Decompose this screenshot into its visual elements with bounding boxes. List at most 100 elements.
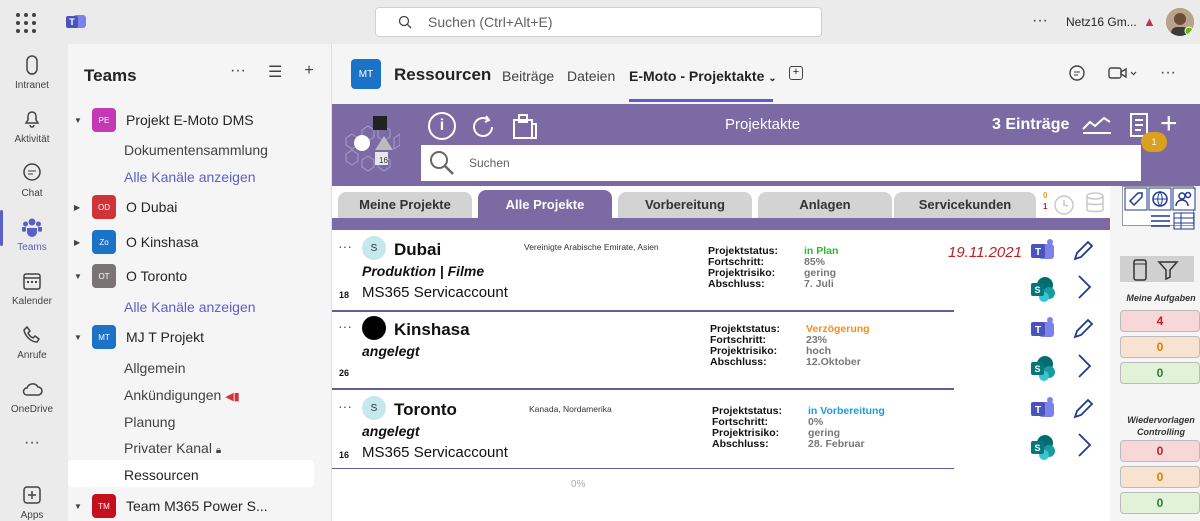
more-options-icon[interactable]: ··· — [1032, 12, 1048, 30]
chevron-right-icon[interactable] — [1075, 432, 1093, 458]
channel-header-actions: ··· — [1068, 64, 1176, 82]
add-tab-button[interactable]: + — [789, 66, 803, 80]
tab-anlagen[interactable]: Anlagen — [758, 192, 892, 218]
teams-icon[interactable]: T — [1030, 238, 1056, 264]
channel-privater-kanal[interactable]: Privater Kanal 🔒︎ — [124, 440, 221, 456]
more-icon[interactable]: ··· — [338, 238, 352, 254]
channel-show-all-link[interactable]: Alle Kanäle anzeigen — [124, 299, 256, 315]
chevron-down-icon[interactable]: ▼ — [74, 272, 90, 281]
filter-icon[interactable]: ☰ — [268, 62, 282, 82]
channel-dokumentensammlung[interactable]: Dokumentensammlung — [124, 142, 268, 158]
trend-chart-icon[interactable] — [1082, 114, 1112, 134]
completion-label: Abschluss: — [712, 438, 769, 450]
team-projekt-emoto[interactable]: ▼ PE Projekt E-Moto DMS — [68, 105, 332, 135]
warning-icon[interactable]: ▲ — [1143, 14, 1156, 29]
channel-allgemein[interactable]: Allgemein — [124, 360, 185, 376]
refresh-icon[interactable] — [468, 112, 498, 142]
rail-calendar[interactable]: Kalender — [0, 270, 64, 307]
rail-chat[interactable]: Chat — [0, 162, 64, 199]
chevron-right-icon[interactable]: ▶ — [74, 203, 90, 212]
chevron-down-icon[interactable]: ▼ — [74, 502, 90, 511]
completion-label: Abschluss: — [708, 278, 765, 290]
tab-servicekunden[interactable]: Servicekunden — [894, 192, 1036, 218]
project-location: Vereinigte Arabische Emirate, Asien — [524, 242, 659, 252]
search-input[interactable]: Suchen (Ctrl+Alt+E) — [375, 7, 822, 37]
my-tasks-count-green[interactable]: 0 — [1120, 362, 1200, 384]
tenant-name[interactable]: Netz16 Gm... — [1066, 15, 1137, 29]
filter-icon[interactable] — [1156, 258, 1180, 282]
sharepoint-icon[interactable]: S — [1030, 434, 1056, 460]
app-launcher-icon[interactable] — [14, 11, 36, 33]
resubmission-count-green[interactable]: 0 — [1120, 492, 1200, 514]
tab-beitraege[interactable]: Beiträge — [502, 68, 554, 84]
teams-icon[interactable]: T — [1030, 316, 1056, 342]
team-o-dubai[interactable]: ▶ OD O Dubai — [68, 192, 332, 222]
rail-onedrive[interactable]: OneDrive — [0, 378, 64, 415]
tab-vorbereitung[interactable]: Vorbereitung — [618, 192, 752, 218]
channel-team-avatar: MT — [351, 59, 381, 89]
add-icon[interactable]: + — [304, 62, 313, 82]
channel-planung[interactable]: Planung — [124, 414, 175, 430]
rail-apps[interactable]: Apps — [0, 484, 64, 521]
resubmission-count-orange[interactable]: 0 — [1120, 466, 1200, 488]
rail-apps-label: Apps — [20, 510, 44, 521]
my-tasks-count-orange[interactable]: 0 — [1120, 336, 1200, 358]
channel-ankuendigungen[interactable]: Ankündigungen ◀▮ — [124, 387, 240, 403]
tab-dateien[interactable]: Dateien — [567, 68, 615, 84]
resubmission-count-red[interactable]: 0 — [1120, 440, 1200, 462]
chevron-right-icon[interactable]: ▶ — [74, 238, 90, 247]
user-avatar[interactable] — [1166, 8, 1194, 36]
chevron-down-icon[interactable]: ▼ — [74, 116, 90, 125]
my-tasks-count-red[interactable]: 4 — [1120, 310, 1200, 332]
rail-intranet-label: Intranet — [15, 80, 49, 91]
tab-emoto-projektakte[interactable]: E-Moto - Projektakte ⌄ — [629, 68, 777, 84]
teams-icon[interactable]: T — [1030, 396, 1056, 422]
edit-pen-icon[interactable] — [1072, 318, 1094, 340]
tab-meine-projekte[interactable]: Meine Projekte — [338, 192, 472, 218]
more-icon[interactable]: ··· — [338, 398, 352, 414]
rail-intranet[interactable]: Intranet — [0, 54, 64, 91]
app-search-input[interactable]: Suchen — [420, 144, 1142, 182]
sharepoint-icon[interactable]: S — [1030, 276, 1056, 302]
tab-alle-projekte[interactable]: Alle Projekte — [478, 190, 612, 220]
conversation-icon[interactable] — [1068, 64, 1086, 82]
users-icon[interactable] — [1172, 187, 1196, 211]
rail-teams[interactable]: Teams — [0, 216, 64, 253]
rail-more[interactable]: ··· — [0, 434, 64, 452]
edit-pen-icon[interactable] — [1072, 240, 1094, 262]
header-icon-group: i — [428, 112, 540, 142]
channel-ressourcen[interactable]: Ressourcen — [124, 467, 199, 483]
info-icon[interactable]: i — [428, 112, 456, 140]
channel-show-all-link[interactable]: Alle Kanäle anzeigen — [124, 169, 256, 185]
edit-pen-icon[interactable] — [1072, 398, 1094, 420]
progress-label: 0% — [571, 479, 586, 490]
database-icon[interactable] — [1085, 191, 1105, 215]
more-icon[interactable]: ··· — [338, 318, 352, 334]
tag-icon[interactable] — [1124, 187, 1148, 211]
rail-activity[interactable]: Aktivität — [0, 108, 64, 145]
team-m365-power[interactable]: ▼ TM Team M365 Power S... — [68, 491, 332, 521]
active-tab-indicator — [629, 99, 773, 102]
team-o-toronto[interactable]: ▼ OT O Toronto — [68, 261, 332, 291]
teams-panel-actions: ··· ☰ + — [230, 62, 314, 82]
calendar-icon — [23, 273, 41, 290]
chevron-right-icon[interactable] — [1075, 274, 1093, 300]
chevron-down-icon[interactable]: ▼ — [74, 333, 90, 342]
sharepoint-icon[interactable]: S — [1030, 355, 1056, 381]
team-mj-t-projekt[interactable]: ▼ MT MJ T Projekt — [68, 322, 332, 352]
list-icon[interactable] — [1148, 211, 1172, 235]
rail-calls[interactable]: Anrufe — [0, 324, 64, 361]
more-icon[interactable]: ··· — [1160, 64, 1176, 82]
project-name: Kinshasa — [394, 320, 470, 339]
mobile-icon[interactable] — [1128, 258, 1152, 282]
clipboard-icon[interactable] — [510, 112, 540, 142]
table-icon[interactable] — [1172, 211, 1196, 235]
right-panel: Meine Aufgaben 4 0 0 Wiedervorlagen Cont… — [1110, 186, 1200, 521]
team-o-kinshasa[interactable]: ▶ Zo O Kinshasa — [68, 227, 332, 257]
more-icon[interactable]: ··· — [230, 62, 246, 82]
row-separator — [332, 468, 954, 469]
globe-icon[interactable] — [1148, 187, 1172, 211]
meet-video-icon[interactable] — [1108, 64, 1138, 82]
chevron-right-icon[interactable] — [1075, 353, 1093, 379]
alarm-clock-icon[interactable] — [1052, 192, 1076, 216]
